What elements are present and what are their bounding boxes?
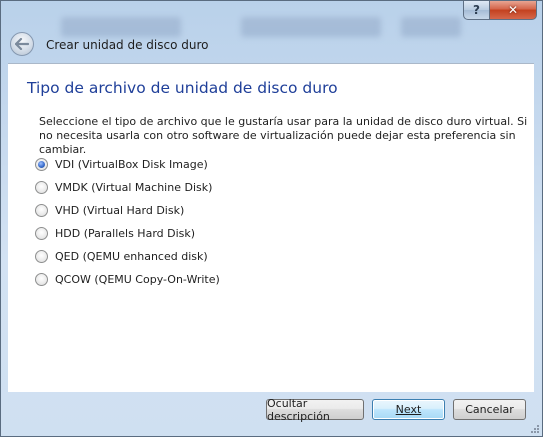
- radio-button[interactable]: [35, 273, 48, 286]
- radio-button[interactable]: [35, 250, 48, 263]
- hide-description-button[interactable]: Ocultar descripción: [266, 396, 364, 423]
- back-button[interactable]: [10, 32, 34, 56]
- caption-buttons: ? ✕: [463, 1, 537, 20]
- radio-button[interactable]: [35, 227, 48, 240]
- radio-button[interactable]: [35, 181, 48, 194]
- page-title: Tipo de archivo de unidad de disco duro: [27, 79, 338, 97]
- window-title: Crear unidad de disco duro: [46, 38, 209, 52]
- option-vhd[interactable]: VHD (Virtual Hard Disk): [35, 199, 220, 222]
- next-button[interactable]: Next: [372, 399, 445, 420]
- back-arrow-icon: [15, 38, 29, 50]
- dialog-window: ? ✕ Crear unidad de disco duro Tipo de a…: [0, 0, 543, 437]
- next-label: Next: [395, 403, 422, 416]
- file-type-options: VDI (VirtualBox Disk Image) VMDK (Virtua…: [35, 153, 220, 291]
- option-qcow[interactable]: QCOW (QEMU Copy-On-Write): [35, 268, 220, 291]
- option-label: HDD (Parallels Hard Disk): [55, 227, 196, 240]
- help-button[interactable]: ?: [463, 1, 490, 20]
- option-label: VDI (VirtualBox Disk Image): [55, 158, 208, 171]
- close-icon: ✕: [507, 3, 519, 17]
- title-bar: ? ✕ Crear unidad de disco duro: [1, 1, 542, 63]
- option-vmdk[interactable]: VMDK (Virtual Machine Disk): [35, 176, 220, 199]
- option-hdd[interactable]: HDD (Parallels Hard Disk): [35, 222, 220, 245]
- help-icon: ?: [473, 3, 480, 17]
- radio-button[interactable]: [35, 158, 48, 171]
- cancel-button[interactable]: Cancelar: [453, 399, 526, 420]
- page-description: Seleccione el tipo de archivo que le gus…: [39, 115, 528, 156]
- hide-description-label: Ocultar descripción: [267, 396, 330, 423]
- resize-grip-icon[interactable]: [529, 423, 539, 433]
- close-button[interactable]: ✕: [490, 1, 537, 20]
- option-vdi[interactable]: VDI (VirtualBox Disk Image): [35, 153, 220, 176]
- option-label: QED (QEMU enhanced disk): [55, 250, 208, 263]
- cancel-label: Cancelar: [465, 403, 514, 416]
- radio-button[interactable]: [35, 204, 48, 217]
- option-label: VMDK (Virtual Machine Disk): [55, 181, 213, 194]
- option-qed[interactable]: QED (QEMU enhanced disk): [35, 245, 220, 268]
- option-label: VHD (Virtual Hard Disk): [55, 204, 185, 217]
- option-label: QCOW (QEMU Copy-On-Write): [55, 273, 220, 286]
